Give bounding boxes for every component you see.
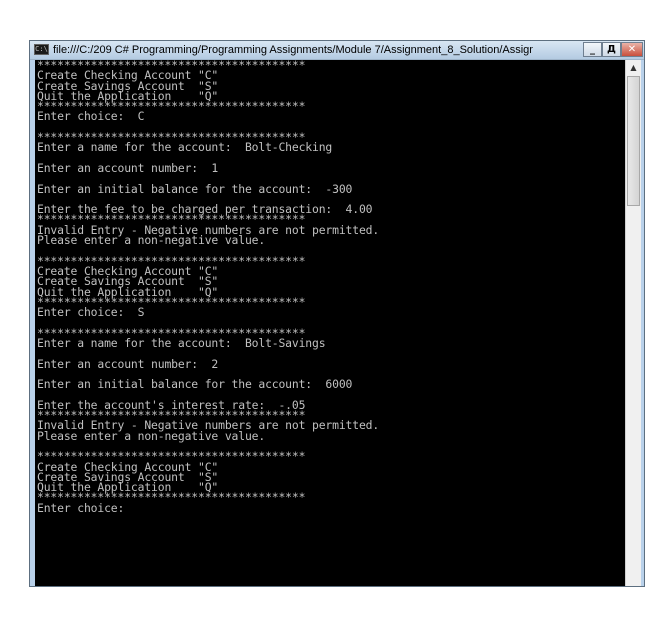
console-app-icon[interactable]: C:\: [34, 44, 49, 55]
restore-button[interactable]: Д: [602, 42, 621, 57]
minimize-button[interactable]: _: [583, 42, 602, 57]
close-button[interactable]: ✕: [621, 42, 643, 57]
console-output[interactable]: ****************************************…: [35, 60, 625, 586]
console-text: ****************************************…: [37, 60, 380, 515]
window-title: file:///C:/209 C# Programming/Programmin…: [53, 44, 533, 56]
console-window: C:\ file:///C:/209 C# Programming/Progra…: [29, 40, 645, 587]
vertical-scrollbar[interactable]: ▲: [625, 60, 641, 586]
scroll-up-arrow-icon[interactable]: ▲: [626, 60, 641, 75]
title-bar[interactable]: C:\ file:///C:/209 C# Programming/Progra…: [30, 41, 644, 60]
scroll-thumb[interactable]: [627, 76, 640, 206]
